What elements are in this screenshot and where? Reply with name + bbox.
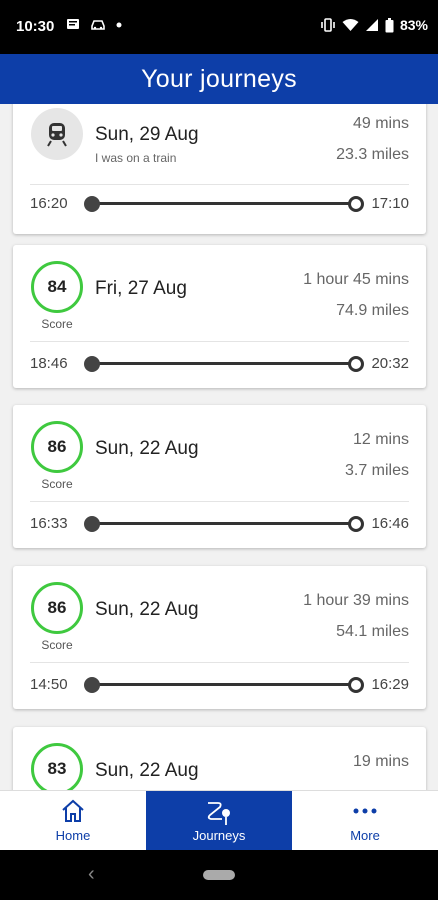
score-badge: 86 — [31, 582, 83, 634]
system-nav-bar: ‹ — [0, 850, 438, 900]
score-label: Score — [41, 477, 73, 491]
nav-journeys-label: Journeys — [192, 828, 246, 843]
home-icon — [62, 799, 84, 822]
route-start-dot — [84, 196, 100, 212]
journey-duration: 1 hour 39 mins — [303, 592, 409, 609]
score-value: 83 — [47, 759, 67, 778]
score-badge: 83 — [31, 743, 83, 790]
dot-icon — [116, 22, 122, 27]
card-divider — [30, 501, 409, 502]
journey-card[interactable]: 86 Score Sun, 22 Aug 12 mins 3.7 miles 1… — [13, 405, 426, 548]
journey-duration: 12 mins — [352, 431, 409, 448]
score-label: Score — [41, 638, 73, 652]
route-end-dot — [348, 516, 364, 532]
route-start-dot — [84, 356, 100, 372]
journeys-list[interactable]: Sun, 29 Aug I was on a train 49 mins 23.… — [0, 104, 438, 790]
journey-duration: 49 mins — [352, 115, 409, 132]
route-end-dot — [348, 356, 364, 372]
back-icon[interactable]: ‹ — [88, 863, 95, 886]
route-icon — [207, 802, 230, 825]
score-badge: 86 — [31, 421, 83, 473]
journey-distance: 3.7 miles — [344, 462, 409, 479]
wifi-icon — [342, 19, 359, 31]
status-time: 10:30 — [16, 18, 55, 35]
journey-date: Fri, 27 Aug — [95, 278, 187, 299]
journey-card[interactable]: 86 Score Sun, 22 Aug 1 hour 39 mins 54.1… — [13, 566, 426, 709]
nav-home-label: Home — [55, 828, 91, 843]
score-label: Score — [41, 317, 73, 331]
journey-date: Sun, 22 Aug — [95, 760, 199, 781]
journey-distance: 23.3 miles — [336, 146, 409, 163]
route-line — [93, 362, 356, 365]
journey-end-time: 20:32 — [371, 355, 409, 372]
journey-date: Sun, 29 Aug — [95, 124, 199, 145]
card-divider — [30, 341, 409, 342]
nav-home[interactable]: Home — [0, 791, 146, 850]
journey-start-time: 18:46 — [30, 355, 68, 372]
journey-end-time: 17:10 — [371, 195, 409, 212]
route-start-dot — [84, 516, 100, 532]
nav-more[interactable]: More — [292, 791, 438, 850]
signal-icon — [365, 19, 378, 31]
message-icon — [67, 19, 79, 29]
journey-start-time: 16:20 — [30, 195, 68, 212]
journey-duration: 19 mins — [352, 753, 409, 770]
score-value: 84 — [47, 277, 67, 296]
journey-start-time: 16:33 — [30, 515, 68, 532]
journey-duration: 1 hour 45 mins — [303, 271, 409, 288]
status-bar: 10:30 83% — [0, 0, 438, 54]
score-value: 86 — [47, 598, 67, 617]
journey-end-time: 16:29 — [371, 676, 409, 693]
bottom-nav: Home Journeys More — [0, 790, 438, 850]
journey-end-time: 16:46 — [371, 515, 409, 532]
card-divider — [30, 662, 409, 663]
train-badge — [31, 108, 83, 160]
journey-card[interactable]: 84 Score Fri, 27 Aug 1 hour 45 mins 74.9… — [13, 245, 426, 388]
score-badge: 84 — [31, 261, 83, 313]
journey-date: Sun, 22 Aug — [95, 438, 199, 459]
journey-date: Sun, 22 Aug — [95, 599, 199, 620]
journey-note: I was on a train — [95, 151, 177, 165]
route-line — [93, 202, 356, 205]
route-line — [93, 522, 356, 525]
journey-start-time: 14:50 — [30, 676, 68, 693]
battery-percent: 83% — [399, 17, 428, 33]
score-value: 86 — [47, 437, 67, 456]
journey-distance: 74.9 miles — [336, 302, 409, 319]
card-divider — [30, 184, 409, 185]
route-start-dot — [84, 677, 100, 693]
car-icon — [91, 19, 105, 30]
battery-icon — [385, 17, 394, 32]
route-end-dot — [348, 677, 364, 693]
app-header: Your journeys — [0, 54, 438, 104]
journey-card[interactable]: Sun, 29 Aug I was on a train 49 mins 23.… — [13, 104, 426, 234]
journey-card[interactable]: 83 Sun, 22 Aug 19 mins — [13, 727, 426, 790]
nav-more-label: More — [350, 828, 380, 843]
nav-journeys[interactable]: Journeys — [146, 791, 292, 850]
page-title: Your journeys — [141, 65, 297, 93]
more-dots-icon — [353, 808, 377, 814]
route-line — [93, 683, 356, 686]
route-end-dot — [348, 196, 364, 212]
journey-distance: 54.1 miles — [336, 623, 409, 640]
vibrate-icon — [321, 18, 335, 32]
home-pill[interactable] — [203, 870, 235, 880]
train-icon — [47, 123, 67, 147]
